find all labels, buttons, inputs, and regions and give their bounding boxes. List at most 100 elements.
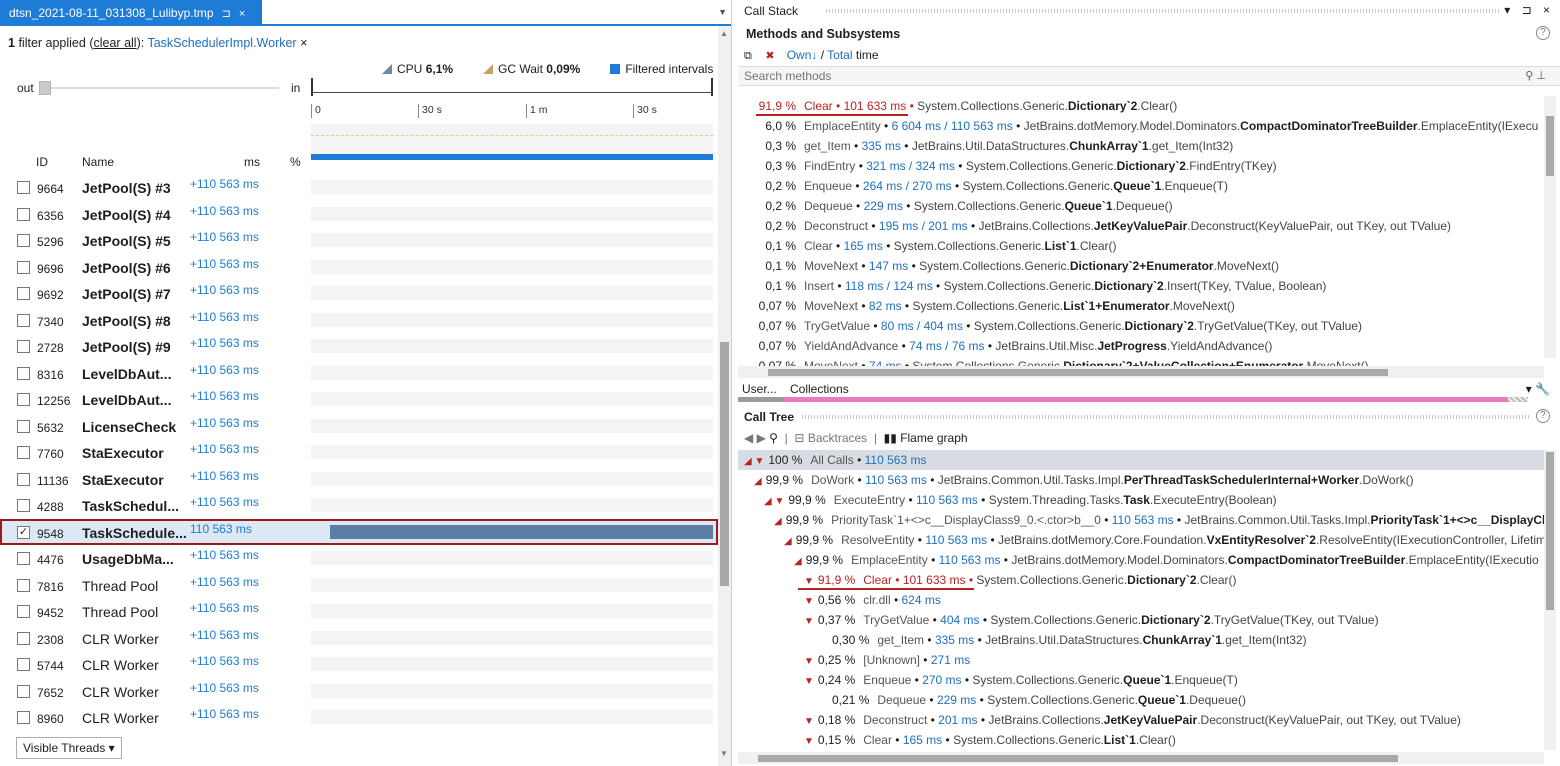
column-pct[interactable]: % (290, 155, 301, 169)
column-ms[interactable]: ms (244, 155, 260, 169)
visible-threads-dropdown[interactable]: Visible Threads ▾ (16, 737, 122, 759)
expand-arrow-icon[interactable]: ▼ (804, 576, 814, 587)
expand-arrow-icon[interactable]: ◢ (794, 556, 802, 567)
thread-row[interactable]: 5296 JetPool(S) #5 +110 563 ms (0, 227, 718, 254)
thread-timeline-bar[interactable] (311, 445, 713, 459)
thread-row[interactable]: 2728 JetPool(S) #9 +110 563 ms (0, 333, 718, 360)
thread-checkbox[interactable] (17, 499, 30, 512)
thread-timeline-bar[interactable] (311, 604, 713, 618)
call-tree-vscrollbar[interactable] (1544, 450, 1556, 750)
thread-timeline-bar[interactable] (311, 577, 713, 592)
thread-row[interactable]: 8316 LevelDbAut... +110 563 ms (0, 360, 718, 387)
call-tree-node[interactable]: ◢ ▼ 99,9 % ExecuteEntry • 110 563 ms • Sys… (738, 490, 1544, 510)
scrollbar-thumb[interactable] (758, 755, 1398, 762)
thread-checkbox[interactable] (17, 446, 30, 459)
thread-timeline-bar[interactable] (311, 657, 713, 671)
search-icon[interactable]: ⚲ (769, 431, 778, 445)
own-time-toggle[interactable]: Own↓ (787, 48, 818, 62)
thread-timeline-bar[interactable] (311, 392, 713, 406)
method-row[interactable]: 0,07 % YieldAndAdvance • 74 ms / 76 ms • … (738, 336, 1544, 356)
scrollbar-thumb[interactable] (720, 342, 729, 586)
call-tree-node[interactable]: ◢ 99,9 % DoWork • 110 563 ms • JetBrains.C… (738, 470, 1544, 490)
thread-timeline-bar[interactable] (311, 233, 713, 247)
method-row[interactable]: 6,0 % EmplaceEntity • 6 604 ms / 110 563 … (738, 116, 1544, 136)
thread-timeline-bar[interactable] (311, 630, 713, 645)
method-row[interactable]: 91,9 % Clear • 101 633 ms • System.Collec… (738, 96, 1544, 116)
method-row[interactable]: 0,1 % MoveNext • 147 ms • System.Collecti… (738, 256, 1544, 276)
call-tree-node[interactable]: ▼ 0,18 % Deconstruct • 201 ms • JetBrains.… (738, 710, 1544, 730)
thread-checkbox[interactable] (17, 181, 30, 194)
call-tree-node[interactable]: ◢ ▼ 100 % All Calls • 110 563 ms (738, 450, 1544, 470)
subsystem-user[interactable]: User... (742, 382, 777, 396)
thread-timeline-bar[interactable] (311, 683, 713, 698)
thread-checkbox[interactable] (17, 287, 30, 300)
thread-row[interactable]: 11136 StaExecutor +110 563 ms (0, 466, 718, 493)
expand-arrow-icon[interactable]: ▼ (804, 616, 814, 627)
thread-checkbox[interactable] (17, 207, 30, 221)
thread-row[interactable]: 7340 JetPool(S) #8 +110 563 ms (0, 307, 718, 334)
expand-arrow-icon[interactable]: ▼ (804, 736, 814, 747)
thread-timeline-bar[interactable] (311, 365, 713, 380)
zoom-track[interactable] (39, 87, 279, 89)
scrollbar-thumb[interactable] (768, 369, 1388, 376)
thread-timeline-bar[interactable] (311, 524, 713, 539)
expand-arrow-icon[interactable]: ◢ (754, 476, 762, 487)
subsystem-settings-icon[interactable]: ▾ 🔧 (1526, 382, 1550, 396)
thread-timeline-bar[interactable] (311, 312, 713, 327)
thread-checkbox[interactable] (17, 631, 30, 645)
method-row[interactable]: 0,3 % get_Item • 335 ms • JetBrains.Util.… (738, 136, 1544, 156)
method-row[interactable]: 0,1 % Clear • 165 ms • System.Collections… (738, 236, 1544, 256)
thread-row[interactable]: 12256 LevelDbAut... +110 563 ms (0, 386, 718, 413)
subsystem-collections-bar[interactable] (784, 397, 1508, 402)
call-tree-node[interactable]: ▼ 0,37 % TryGetValue • 404 ms • System.Col… (738, 610, 1544, 630)
thread-row[interactable]: 9452 Thread Pool +110 563 ms (0, 598, 718, 625)
expand-arrow-icon[interactable]: ▼ (804, 656, 814, 667)
subsystem-collections[interactable]: Collections (790, 382, 849, 396)
copy-icon[interactable]: ⧉ (744, 50, 758, 63)
back-icon[interactable]: ◀ (744, 431, 753, 445)
thread-row[interactable]: 9692 JetPool(S) #7 +110 563 ms (0, 280, 718, 307)
thread-row[interactable]: 4476 UsageDbMa... +110 563 ms (0, 545, 718, 572)
exclude-icon[interactable]: ✖ (765, 49, 779, 62)
call-tree-node[interactable]: ▼ 0,15 % Clear • 165 ms • System.Collectio… (738, 730, 1544, 750)
expand-arrow-icon[interactable]: ▼ (804, 716, 814, 727)
thread-row[interactable]: 9696 JetPool(S) #6 +110 563 ms (0, 254, 718, 281)
thread-checkbox[interactable] (17, 260, 30, 274)
method-row[interactable]: 0,3 % FindEntry • 321 ms / 324 ms • Syste… (738, 156, 1544, 176)
thread-checkbox[interactable] (17, 605, 30, 618)
thread-row[interactable]: 7652 CLR Worker +110 563 ms (0, 678, 718, 705)
method-row[interactable]: 0,07 % MoveNext • 74 ms • System.Collecti… (738, 356, 1544, 366)
thread-timeline-bar[interactable] (311, 206, 713, 221)
chevron-down-icon[interactable]: ▼ (718, 7, 727, 17)
search-options-icon[interactable]: ⚲ ⊥ (1525, 69, 1546, 82)
expand-arrow-icon[interactable]: ◢ ▼ (744, 456, 764, 467)
method-row[interactable]: 0,2 % Enqueue • 264 ms / 270 ms • System.… (738, 176, 1544, 196)
method-row[interactable]: 0,1 % Insert • 118 ms / 124 ms • System.C… (738, 276, 1544, 296)
column-id[interactable]: ID (36, 155, 48, 169)
thread-row[interactable]: 8960 CLR Worker +110 563 ms (0, 704, 718, 731)
thread-timeline-bar[interactable] (311, 259, 713, 274)
search-input[interactable] (738, 67, 1498, 85)
call-tree-node[interactable]: 0,30 % get_Item • 335 ms • JetBrains.Util… (738, 630, 1544, 650)
subsystem-user-bar[interactable] (738, 397, 784, 402)
call-tree-node[interactable]: ◢ 99,9 % EmplaceEntity • 110 563 ms • JetB… (738, 550, 1544, 570)
thread-checkbox[interactable] (17, 340, 30, 353)
thread-timeline-bar[interactable] (311, 710, 713, 724)
thread-checkbox[interactable] (17, 658, 30, 671)
thread-checkbox[interactable] (17, 684, 30, 698)
expand-arrow-icon[interactable]: ▼ (804, 596, 814, 607)
window-controls[interactable]: ▾ ⊐ × (1504, 3, 1554, 17)
document-tab[interactable]: dtsn_2021-08-11_031308_Lulibyp.tmp ⊐ × (0, 0, 262, 24)
filter-name-link[interactable]: TaskSchedulerImpl.Worker (147, 36, 296, 50)
legend-cpu[interactable]: CPU 6,1% (382, 62, 453, 76)
zoom-slider[interactable]: out in (17, 81, 317, 95)
thread-checkbox[interactable]: ✓ (17, 525, 30, 539)
thread-row[interactable]: 5632 LicenseCheck +110 563 ms (0, 413, 718, 440)
close-icon[interactable]: × (239, 8, 245, 20)
thread-checkbox[interactable] (17, 234, 30, 247)
call-tree-hscrollbar[interactable] (738, 752, 1544, 764)
legend-filtered[interactable]: Filtered intervals (610, 62, 713, 76)
call-tree-node[interactable]: ▼ 0,25 % [Unknown] • 271 ms (738, 650, 1544, 670)
remove-filter-icon[interactable]: × (300, 36, 307, 50)
legend-gc[interactable]: GC Wait 0,09% (483, 62, 580, 76)
